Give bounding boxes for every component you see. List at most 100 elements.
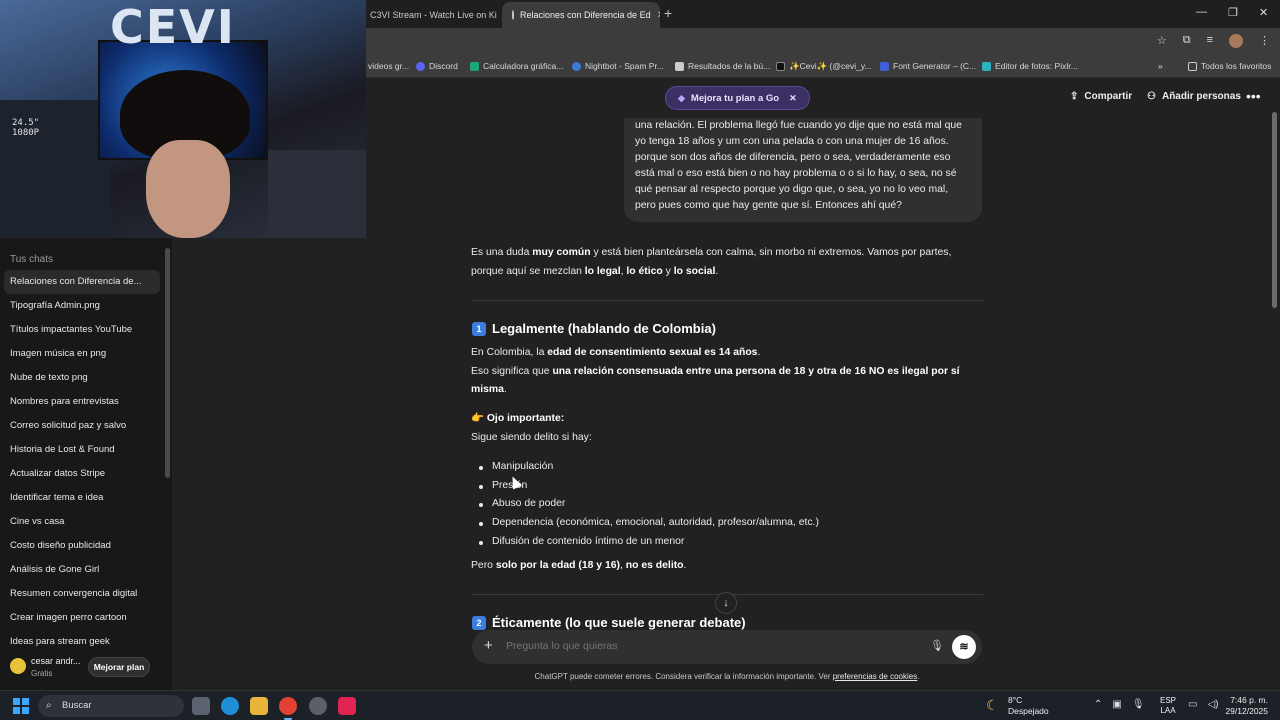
chat-item[interactable]: Resumen convergencia digital: [4, 582, 160, 606]
chat-item[interactable]: Nube de texto png: [4, 366, 160, 390]
profile-avatar[interactable]: [1229, 34, 1243, 48]
search-icon: ⌕: [46, 700, 52, 711]
obs-icon[interactable]: [309, 697, 327, 715]
chat-scrollbar[interactable]: [1270, 112, 1280, 690]
edge-icon[interactable]: [221, 697, 239, 715]
new-tab-button[interactable]: +: [664, 5, 672, 21]
more-options-button[interactable]: •••: [1246, 88, 1261, 104]
system-tray: ⌃ ▣ 🎙: [1094, 699, 1145, 710]
clock[interactable]: 7:46 p. m. 29/12/2025: [1224, 695, 1268, 717]
bookmark-tiktok[interactable]: ✨Cevi✨ (@cevi_y...: [776, 61, 872, 72]
close-icon[interactable]: ✕: [651, 10, 660, 21]
language-indicator[interactable]: ESP LAA: [1160, 696, 1176, 716]
bookmark-resultados[interactable]: Resultados de la bú...: [675, 61, 770, 71]
upgrade-plan-button[interactable]: Mejorar plan: [88, 657, 150, 677]
chat-item[interactable]: Crear imagen perro cartoon: [4, 606, 160, 630]
windows-taskbar: ⌕ Buscar ☾ 8°C Despejado ⌃ ▣ 🎙 ESP LAA ▭…: [0, 690, 1280, 720]
important-note: 👉 Ojo importante: Sigue siendo delito si…: [471, 413, 592, 443]
chat-item[interactable]: Relaciones con Diferencia de...: [4, 270, 160, 294]
screen: C3VI Stream - Watch Live on Ki ✕ Relacio…: [0, 0, 1280, 720]
number-one-icon: 1: [472, 321, 486, 336]
bookmark-pixlr[interactable]: Editor de fotos: Pixlr...: [982, 61, 1078, 71]
task-view-icon[interactable]: [192, 697, 210, 715]
pointing-hand-icon: 👉: [471, 413, 484, 424]
message-composer: + 🎙 ≋: [472, 630, 982, 664]
user-account-row[interactable]: cesar andr... Gratis Mejorar plan: [0, 650, 172, 690]
chat-sidebar: Tus chats Relaciones con Diferencia de..…: [0, 238, 172, 690]
microphone-icon[interactable]: 🎙: [1132, 699, 1145, 710]
minimize-button[interactable]: —: [1196, 6, 1207, 18]
chat-item[interactable]: Tipografía Admin.png: [4, 294, 160, 318]
app-tray-icon[interactable]: ▣: [1112, 699, 1121, 710]
close-icon[interactable]: ✕: [497, 10, 500, 21]
chat-item[interactable]: Cine vs casa: [4, 510, 160, 534]
network-volume[interactable]: ▭ ◁): [1188, 699, 1218, 710]
restore-button[interactable]: ❐: [1228, 6, 1238, 19]
voice-mode-button[interactable]: ≋: [952, 635, 976, 659]
bookmark-nightbot[interactable]: Nightbot - Spam Pr...: [572, 61, 664, 71]
plus-icon[interactable]: +: [484, 637, 493, 654]
list-item: Presión: [479, 477, 972, 496]
share-button[interactable]: ⇪ Compartir: [1070, 91, 1132, 102]
desmos-icon: [470, 61, 479, 71]
chat-item[interactable]: Títulos impactantes YouTube: [4, 318, 160, 342]
offense-list: Manipulación Presión Abuso de poder Depe…: [479, 458, 972, 552]
volume-icon: ◁): [1207, 699, 1219, 710]
bookmarks-overflow[interactable]: »: [1158, 61, 1163, 71]
tiktok-icon: [776, 62, 785, 71]
chat-item[interactable]: Análisis de Gone Girl: [4, 558, 160, 582]
cookie-preferences-link[interactable]: preferencias de cookies: [833, 672, 918, 681]
chevron-up-icon[interactable]: ⌃: [1094, 699, 1102, 710]
number-two-icon: 2: [472, 615, 486, 630]
chrome-icon[interactable]: [279, 697, 297, 720]
star-icon[interactable]: ☆: [1157, 34, 1167, 48]
chat-item[interactable]: Imagen música en png: [4, 342, 160, 366]
add-people-button[interactable]: ⚇ Añadir personas: [1147, 91, 1241, 102]
tab-chatgpt[interactable]: Relaciones con Diferencia de Ed ✕: [502, 2, 660, 28]
chat-item[interactable]: Identificar tema e idea: [4, 486, 160, 510]
chat-item[interactable]: Actualizar datos Stripe: [4, 462, 160, 486]
tab-stream[interactable]: C3VI Stream - Watch Live on Ki ✕: [360, 2, 500, 28]
monitor-box-label: 24.5" 1080P: [12, 118, 40, 138]
microphone-icon[interactable]: 🎙: [930, 639, 944, 652]
chat-item[interactable]: Nombres para entrevistas: [4, 390, 160, 414]
chat-item[interactable]: Costo diseño publicidad: [4, 534, 160, 558]
extensions-icon[interactable]: ⧉: [1183, 34, 1191, 48]
legal-conclusion: Pero solo por la edad (18 y 16), no es d…: [471, 560, 687, 571]
scroll-down-button[interactable]: ↓: [715, 592, 737, 614]
avatar: [10, 658, 26, 674]
background-wall: [268, 150, 366, 238]
weather-widget[interactable]: 8°C Despejado: [1008, 695, 1049, 717]
sidebar-scrollbar[interactable]: [165, 248, 170, 478]
person-face: [146, 140, 230, 238]
prompt-input[interactable]: [506, 640, 886, 652]
capcut-icon[interactable]: [338, 697, 356, 715]
bookmark-all-favorites[interactable]: Todos los favoritos: [1188, 61, 1271, 71]
list-item: Dependencia (económica, emocional, autor…: [479, 514, 972, 533]
chat-header: ◆ Mejora tu plan a Go ✕ ⇪ Compartir ⚇ Añ…: [366, 78, 1280, 118]
windows-start-icon[interactable]: [13, 698, 29, 714]
bookmark-font-generator[interactable]: Font Generator – (C...: [880, 61, 976, 71]
menu-icon[interactable]: ⋮: [1259, 34, 1270, 48]
upgrade-promo-pill[interactable]: ◆ Mejora tu plan a Go ✕: [665, 86, 810, 110]
sidebar-heading: Tus chats: [10, 254, 53, 265]
bookmark-videos[interactable]: videos gr...: [368, 61, 409, 71]
chat-item[interactable]: Historia de Lost & Found: [4, 438, 160, 462]
chat-item[interactable]: Correo solicitud paz y salvo: [4, 414, 160, 438]
media-icon[interactable]: ≡: [1207, 34, 1213, 48]
close-icon[interactable]: ✕: [789, 93, 797, 104]
scrollbar-thumb[interactable]: [1272, 112, 1277, 308]
bookmark-calculadora[interactable]: Calculadora gráfica...: [470, 61, 563, 71]
file-explorer-icon[interactable]: [250, 697, 268, 715]
taskbar-search[interactable]: ⌕ Buscar: [38, 695, 184, 717]
chat-list: Relaciones con Diferencia de... Tipograf…: [4, 270, 160, 654]
bookmark-discord[interactable]: Discord: [416, 61, 458, 71]
user-plan: Gratis: [31, 669, 53, 678]
user-message-bubble: una relación. El problema llegó fue cuan…: [624, 118, 982, 222]
list-item: Abuso de poder: [479, 495, 972, 514]
section-heading-ethics: 2 Éticamente (lo que suele generar debat…: [472, 615, 746, 630]
person-add-icon: ⚇: [1147, 91, 1156, 102]
answer-intro: Es una duda muy común y está bien plante…: [471, 247, 952, 277]
close-window-button[interactable]: ✕: [1259, 6, 1268, 19]
legal-paragraph: En Colombia, la edad de consentimiento s…: [471, 347, 960, 395]
